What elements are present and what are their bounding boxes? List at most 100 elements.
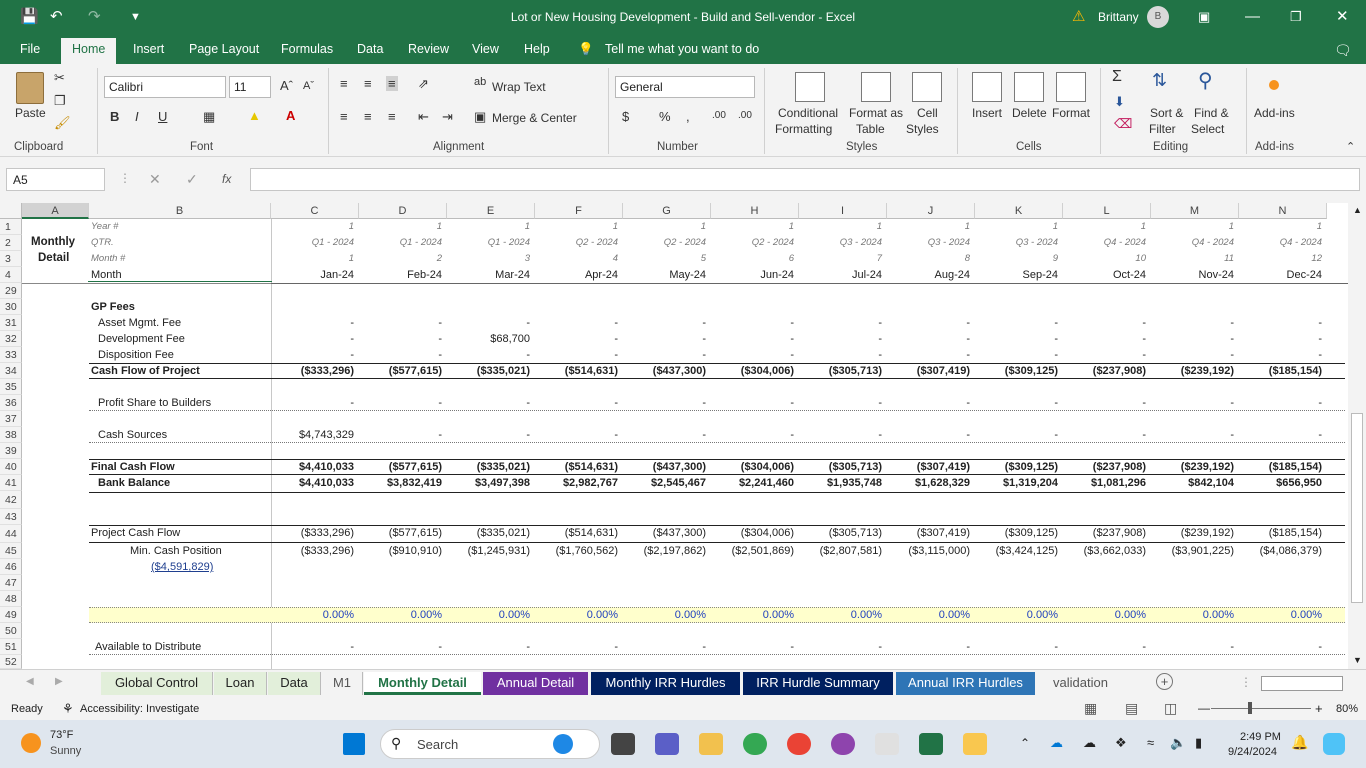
column-header-g[interactable]: G <box>623 203 711 219</box>
enter-icon[interactable]: ✓ <box>186 171 198 188</box>
cell-cfp-g[interactable]: ($437,300) <box>623 365 706 377</box>
cell-asset-l[interactable]: - <box>1063 317 1146 329</box>
volume-icon[interactable]: 🔈 <box>1170 735 1186 751</box>
cell-asset-e[interactable]: - <box>447 317 530 329</box>
align-left-icon[interactable]: ≡ <box>340 109 348 124</box>
cell-min-l[interactable]: ($3,662,033) <box>1063 545 1146 557</box>
cell-asset-n[interactable]: - <box>1239 317 1322 329</box>
cell-pcf-l[interactable]: ($237,908) <box>1063 527 1146 539</box>
percent-icon[interactable]: % <box>659 109 671 124</box>
find-select-icon[interactable]: ⚲ <box>1198 68 1213 93</box>
align-center-icon[interactable]: ≡ <box>364 109 372 124</box>
cell-year-n[interactable]: 1 <box>1239 221 1322 232</box>
insert-function-icon[interactable]: fx <box>222 172 231 186</box>
weather-sun-icon[interactable] <box>21 733 41 753</box>
cell-avail-h[interactable]: - <box>711 641 794 653</box>
row-header-51[interactable]: 51 <box>0 639 22 655</box>
fill-icon[interactable]: ⬇ <box>1114 94 1125 110</box>
cell-asset-m[interactable]: - <box>1151 317 1234 329</box>
cell-avail-n[interactable]: - <box>1239 641 1322 653</box>
increase-font-icon[interactable]: Aˆ <box>280 78 293 93</box>
font-size-select[interactable]: 11 <box>229 76 271 98</box>
menu-help[interactable]: Help <box>524 42 550 56</box>
cell-avail-d[interactable]: - <box>359 641 442 653</box>
increase-indent-icon[interactable]: ⇥ <box>442 109 453 125</box>
column-header-j[interactable]: J <box>887 203 975 219</box>
conditional-formatting-label-2[interactable]: Formatting <box>775 122 832 136</box>
vertical-scrollbar[interactable]: ▲ ▼ <box>1348 203 1366 669</box>
cell-sources-h[interactable]: - <box>711 429 794 441</box>
accessibility-status[interactable]: Accessibility: Investigate <box>80 703 199 715</box>
cell-year-m[interactable]: 1 <box>1151 221 1234 232</box>
cell-disp-l[interactable]: - <box>1063 349 1146 361</box>
taskbar-search-box[interactable]: ⚲ Search <box>380 729 600 759</box>
cell-sources-f[interactable]: - <box>535 429 618 441</box>
cell-qtr-f[interactable]: Q2 - 2024 <box>535 237 618 248</box>
cell-min-g[interactable]: ($2,197,862) <box>623 545 706 557</box>
delete-cells-icon[interactable] <box>1014 72 1044 102</box>
cell-year-i[interactable]: 1 <box>799 221 882 232</box>
comments-icon[interactable]: 🗨 <box>1334 42 1352 59</box>
name-box[interactable]: A5 <box>6 168 105 191</box>
clock-time[interactable]: 2:49 PM <box>1240 731 1281 743</box>
cell-disp-d[interactable]: - <box>359 349 442 361</box>
cell-pcf-i[interactable]: ($305,713) <box>799 527 882 539</box>
cell-cfp-j[interactable]: ($307,419) <box>887 365 970 377</box>
column-header-a[interactable]: A <box>22 203 89 219</box>
cell-disp-c[interactable]: - <box>271 349 354 361</box>
cell-qtr-g[interactable]: Q2 - 2024 <box>623 237 706 248</box>
cell-pcf-m[interactable]: ($239,192) <box>1151 527 1234 539</box>
teams-icon[interactable] <box>655 733 679 755</box>
add-ins-button[interactable]: Add-ins <box>1254 106 1295 120</box>
cell-cfp-e[interactable]: ($335,021) <box>447 365 530 377</box>
weather-condition[interactable]: Sunny <box>50 745 81 757</box>
worksheet-grid[interactable]: A B C D E F G H I J K L M N 1 2 3 4 29 30 31 32 33 34 35 36 37 38 39… <box>0 203 1348 669</box>
close-icon[interactable]: ✕ <box>1336 8 1349 26</box>
row-header-50[interactable]: 50 <box>0 623 22 639</box>
menu-formulas[interactable]: Formulas <box>281 42 333 56</box>
cell-month-num-l[interactable]: 10 <box>1063 253 1146 264</box>
tab-monthly-irr-hurdles[interactable]: Monthly IRR Hurdles <box>591 672 740 695</box>
row-header-44[interactable]: 44 <box>0 525 22 543</box>
cell-pcf-j[interactable]: ($307,419) <box>887 527 970 539</box>
cell-cfp-d[interactable]: ($577,615) <box>359 365 442 377</box>
clear-icon[interactable]: ⌫ <box>1114 116 1132 132</box>
cell-dev-h[interactable]: - <box>711 333 794 345</box>
cell-dev-l[interactable]: - <box>1063 333 1146 345</box>
merge-center-button[interactable]: Merge & Center <box>492 111 577 125</box>
cell-maxpct-e[interactable]: 0.00% <box>447 609 530 621</box>
row-header-3[interactable]: 3 <box>0 251 22 267</box>
zoom-out-icon[interactable]: — <box>1198 701 1210 715</box>
page-break-view-icon[interactable]: ◫ <box>1164 700 1177 717</box>
cell-maxpct-c[interactable]: 0.00% <box>271 609 354 621</box>
sort-filter-label-1[interactable]: Sort & <box>1150 106 1183 120</box>
cell-dev-f[interactable]: - <box>535 333 618 345</box>
cell-dev-g[interactable]: - <box>623 333 706 345</box>
cell-profit-e[interactable]: - <box>447 397 530 409</box>
battery-icon[interactable]: ▮ <box>1195 735 1202 751</box>
cell-final-f[interactable]: ($514,631) <box>535 461 618 473</box>
cancel-icon[interactable]: ✕ <box>149 171 161 188</box>
cell-bank-m[interactable]: $842,104 <box>1151 477 1234 489</box>
cell-disp-e[interactable]: - <box>447 349 530 361</box>
task-view-icon[interactable] <box>611 733 635 755</box>
cell-avail-l[interactable]: - <box>1063 641 1146 653</box>
notification-bell-icon[interactable]: 🔔 <box>1291 734 1308 751</box>
cell-asset-d[interactable]: - <box>359 317 442 329</box>
cell-year-g[interactable]: 1 <box>623 221 706 232</box>
cell-year-l[interactable]: 1 <box>1063 221 1146 232</box>
sort-filter-icon[interactable]: ⇅ <box>1152 70 1167 91</box>
cell-bank-k[interactable]: $1,319,204 <box>975 477 1058 489</box>
row-header-40[interactable]: 40 <box>0 459 22 475</box>
menu-insert[interactable]: Insert <box>133 42 164 56</box>
scroll-up-icon[interactable]: ▲ <box>1353 205 1362 215</box>
cell-profit-k[interactable]: - <box>975 397 1058 409</box>
row-header-33[interactable]: 33 <box>0 347 22 363</box>
cell-final-n[interactable]: ($185,154) <box>1239 461 1322 473</box>
show-hidden-icons-icon[interactable]: ⌃ <box>1020 736 1030 750</box>
user-name[interactable]: Brittany <box>1098 10 1139 24</box>
insert-cells-icon[interactable] <box>972 72 1002 102</box>
tab-loan[interactable]: Loan <box>214 672 267 695</box>
cell-month-num-e[interactable]: 3 <box>447 253 530 264</box>
menu-data[interactable]: Data <box>357 42 383 56</box>
